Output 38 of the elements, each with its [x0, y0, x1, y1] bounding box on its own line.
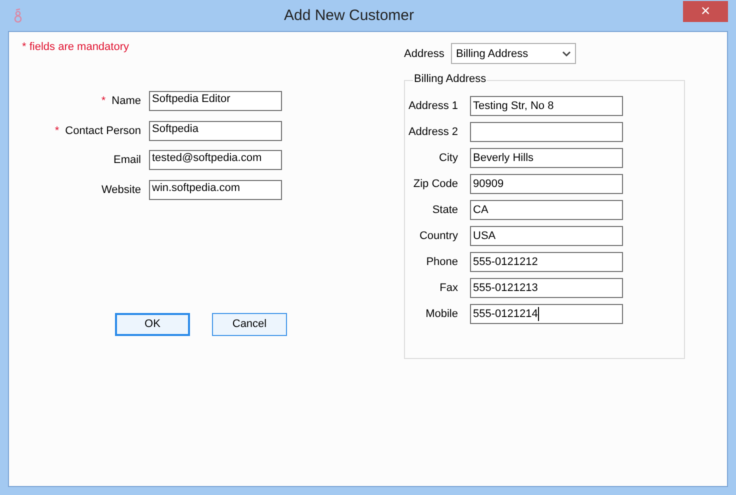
mandatory-note: * fields are mandatory	[22, 41, 130, 53]
input-field[interactable]: 555-0121212	[470, 252, 623, 272]
field-label: Country	[418, 230, 458, 242]
field-label: Address 2	[407, 126, 458, 138]
field-label: Phone	[425, 256, 458, 268]
input-field[interactable]	[470, 122, 623, 142]
input-field[interactable]: tested@softpedia.com	[149, 150, 282, 170]
field-label: Fax	[438, 282, 458, 294]
address-dropdown[interactable]: Billing Address	[451, 43, 576, 64]
input-field[interactable]: Softpedia	[149, 120, 282, 140]
window-title: Add New Customer	[282, 7, 416, 24]
field-label: Email	[113, 154, 141, 166]
input-field[interactable]: Beverly Hills	[470, 148, 623, 168]
field-label: State	[431, 204, 458, 216]
field-label: Zip Code	[412, 178, 458, 190]
input-field[interactable]: 555-0121214	[470, 304, 623, 324]
input-field[interactable]: win.softpedia.com	[149, 180, 282, 200]
input-field[interactable]: CA	[470, 200, 623, 220]
dialog-button[interactable]: Cancel	[212, 312, 287, 336]
required-mark: *	[101, 95, 106, 107]
input-field[interactable]: 555-0121213	[470, 278, 623, 298]
app-icon	[13, 8, 23, 24]
dialog-button[interactable]: OK	[115, 312, 190, 336]
field-label: Mobile	[424, 308, 458, 320]
input-field[interactable]: 90909	[470, 174, 623, 194]
input-field[interactable]: Testing Str, No 8	[470, 96, 623, 116]
field-label: Name	[112, 95, 141, 107]
field-label: Address 1	[407, 100, 458, 112]
input-field[interactable]: Softpedia Editor	[149, 91, 282, 111]
input-field[interactable]: USA	[470, 226, 623, 246]
field-label: Contact Person	[65, 124, 141, 136]
close-button[interactable]: ×	[683, 1, 728, 22]
field-label: City	[438, 152, 458, 164]
required-mark: *	[54, 124, 60, 136]
chevron-down-icon	[562, 50, 571, 56]
field-label: Address	[404, 48, 446, 60]
group-title: Billing Address	[413, 73, 488, 85]
field-label: Website	[101, 184, 141, 196]
